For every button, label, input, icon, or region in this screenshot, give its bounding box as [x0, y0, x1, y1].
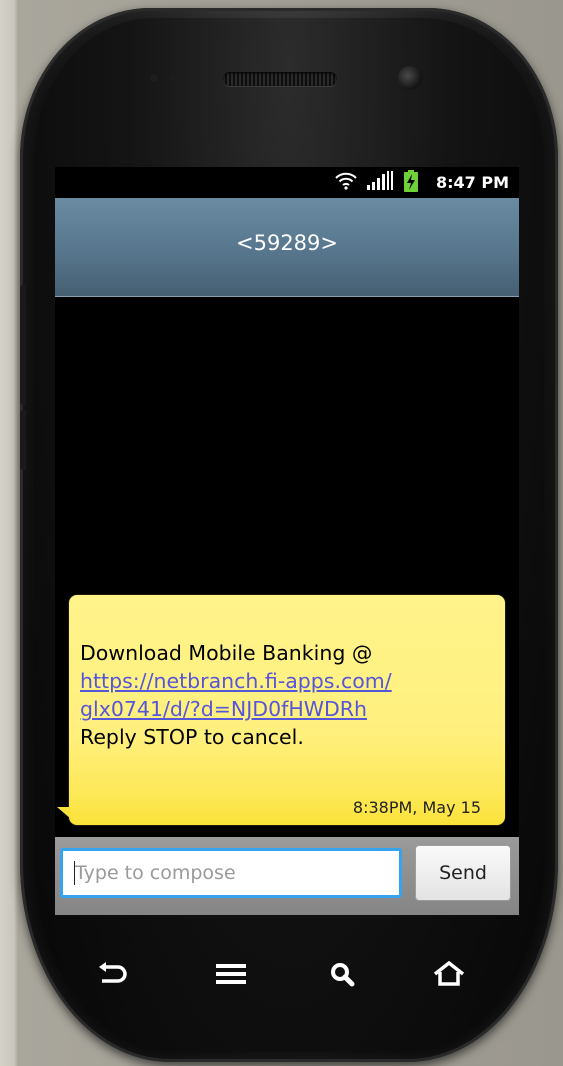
earpiece-speaker: [223, 72, 337, 86]
message-link-line: glx0741/d/?d=NJD0fHWDRh: [80, 697, 368, 721]
battery-charging-icon: [403, 169, 418, 196]
wifi-icon: [334, 171, 358, 195]
message-text-line: Reply STOP to cancel.: [80, 725, 304, 749]
status-icons: 8:47 PM: [334, 167, 509, 198]
back-button[interactable]: [83, 948, 143, 1004]
front-camera: [398, 66, 422, 90]
navigation-keys: [55, 948, 519, 1004]
sensor-dot: [150, 74, 158, 82]
conversation-header: <59289>: [55, 198, 519, 297]
send-button[interactable]: Send: [415, 845, 511, 901]
message-bubble[interactable]: Download Mobile Banking @ https://netbra…: [69, 595, 505, 825]
sensor-dot: [170, 74, 178, 82]
home-icon: [431, 960, 467, 991]
message-link[interactable]: https://netbranch.fi-apps.com/ glx0741/d…: [80, 667, 500, 723]
bubble-tail: [57, 807, 71, 819]
search-icon: [328, 961, 358, 991]
message-timestamp: 8:38PM, May 15: [352, 798, 481, 817]
text-caret: [74, 861, 75, 885]
screen: 8:47 PM <59289> Download Mobile Banking …: [55, 167, 519, 915]
status-bar: 8:47 PM: [55, 167, 519, 198]
message-text-line: Download Mobile Banking @: [80, 641, 373, 665]
status-time: 8:47 PM: [435, 173, 509, 192]
side-button[interactable]: [20, 410, 26, 470]
back-icon: [96, 961, 130, 991]
search-button[interactable]: [313, 948, 373, 1004]
compose-bar: Send: [55, 837, 519, 915]
message-body: Download Mobile Banking @ https://netbra…: [80, 639, 500, 751]
conversation-title: <59289>: [236, 231, 338, 255]
signal-icon: [366, 170, 396, 195]
home-button[interactable]: [419, 948, 479, 1004]
message-link-line: https://netbranch.fi-apps.com/: [80, 669, 392, 693]
compose-input[interactable]: [60, 848, 402, 898]
volume-button[interactable]: [20, 285, 26, 405]
menu-button[interactable]: [201, 948, 261, 1004]
menu-icon: [214, 961, 248, 991]
